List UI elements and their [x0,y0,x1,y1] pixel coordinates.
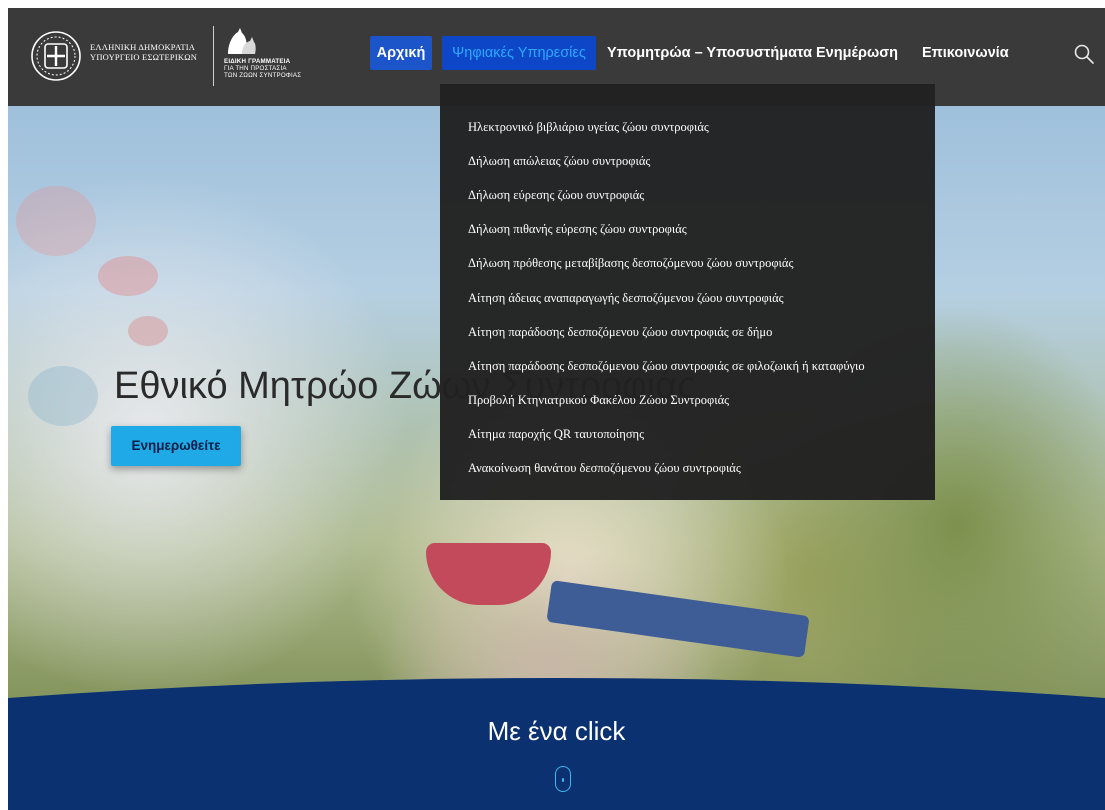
shirt-pattern [28,366,98,426]
dropdown-item-surrender-shelter[interactable]: Αίτηση παράδοσης δεσποζόμενου ζώου συντρ… [468,359,865,374]
ministry-line-2: ΥΠΟΥΡΓΕΙΟ ΕΣΩΤΕΡΙΚΩΝ [90,52,198,62]
dropdown-item-breeding-permit[interactable]: Αίτηση άδειας αναπαραγωγής δεσποζόμενου … [468,291,784,306]
dropdown-item-death-notice[interactable]: Ανακοίνωση θανάτου δεσποζόμενου ζώου συν… [468,461,741,476]
page-frame: ΕΛΛΗΝΙΚΗ ΔΗΜΟΚΡΑΤΙΑ ΥΠΟΥΡΓΕΙΟ ΕΣΩΤΕΡΙΚΩΝ… [8,8,1105,810]
section-title: Με ένα click [487,716,626,746]
secretariat-line-1: ΕΙΔΙΚΗ ΓΡΑΜΜΑΤΕΙΑ [224,58,291,65]
secretariat-name: ΕΙΔΙΚΗ ΓΡΑΜΜΑΤΕΙΑ ΓΙΑ ΤΗΝ ΠΡΟΣΤΑΣΙΑ ΤΩΝ … [224,58,301,79]
logo-divider [213,26,214,86]
ministry-line-1: ΕΛΛΗΝΙΚΗ ΔΗΜΟΚΡΑΤΙΑ [90,42,196,52]
services-dropdown-menu: Ηλεκτρονικό βιβλιάριο υγείας ζώου συντρο… [440,84,935,500]
mouse-scroll-icon[interactable] [555,766,571,792]
dropdown-item-possible-found-report[interactable]: Δήλωση πιθανής εύρεσης ζώου συντροφιάς [468,222,687,237]
learn-more-button[interactable]: Ενημερωθείτε [111,426,241,466]
dropdown-item-transfer-intent[interactable]: Δήλωση πρόθεσης μεταβίβασης δεσποζόμενου… [468,256,793,271]
nav-digital-services[interactable]: Ψηφιακές Υπηρεσίες [442,36,596,70]
dropdown-item-found-report[interactable]: Δήλωση εύρεσης ζώου συντροφιάς [468,188,644,203]
pets-logo-icon [228,28,256,54]
shirt-pattern [16,186,96,256]
nav-news[interactable]: Ενημέρωση [816,36,898,70]
dropdown-item-veterinary-record[interactable]: Προβολή Κτηνιατρικού Φακέλου Ζώου Συντρο… [468,393,729,408]
dropdown-item-qr-request[interactable]: Αίτημα παροχής QR ταυτοποίησης [468,427,644,442]
dropdown-item-loss-report[interactable]: Δήλωση απώλειας ζώου συντροφιάς [468,154,650,169]
secretariat-line-2: ΓΙΑ ΤΗΝ ΠΡΟΣΤΑΣΙΑ [224,65,287,72]
dropdown-item-health-booklet[interactable]: Ηλεκτρονικό βιβλιάριο υγείας ζώου συντρο… [468,120,709,135]
greek-emblem-icon[interactable] [30,30,82,82]
secretariat-line-3: ΤΩΝ ΖΩΩΝ ΣΥΝΤΡΟΦΙΑΣ [224,72,302,79]
nav-home[interactable]: Αρχική [370,36,432,70]
ministry-name: ΕΛΛΗΝΙΚΗ ΔΗΜΟΚΡΑΤΙΑ ΥΠΟΥΡΓΕΙΟ ΕΣΩΤΕΡΙΚΩΝ [90,42,197,62]
shirt-pattern [128,316,168,346]
search-icon[interactable] [1072,42,1096,66]
nav-registries[interactable]: Υπομητρώα – Υποσυστήματα [607,36,812,70]
shirt-pattern [98,256,158,296]
dropdown-item-surrender-municipality[interactable]: Αίτηση παράδοσης δεσποζόμενου ζώου συντρ… [468,325,772,340]
nav-contact[interactable]: Επικοινωνία [922,36,1009,70]
